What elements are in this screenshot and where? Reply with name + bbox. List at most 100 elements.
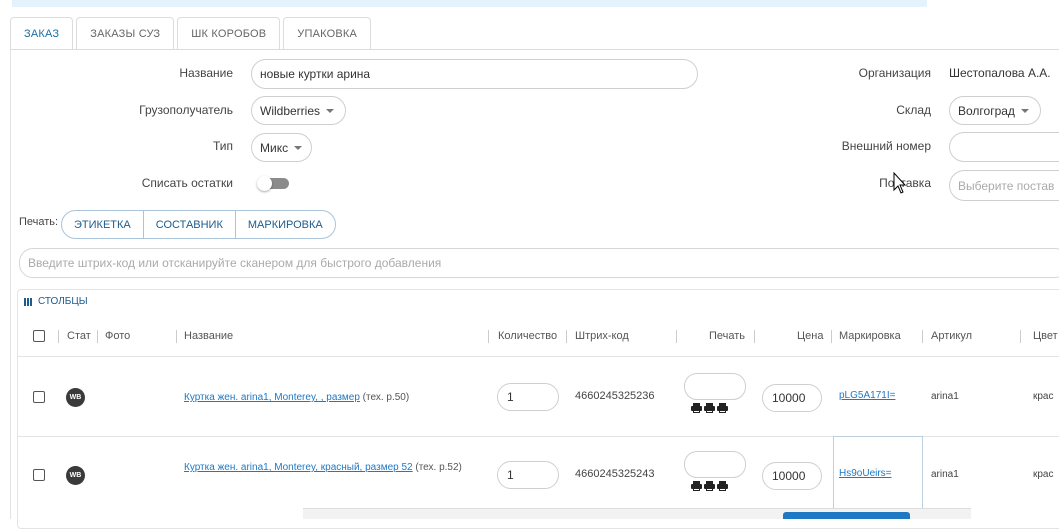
writeoff-toggle[interactable] — [257, 176, 289, 191]
marking-link[interactable]: pLG5A171I= — [839, 390, 895, 401]
column-separator — [1020, 330, 1021, 343]
top-notice-bar — [12, 0, 927, 7]
print-count-input[interactable] — [684, 373, 746, 400]
column-separator — [566, 330, 567, 343]
columns-label: СТОЛБЦЫ — [38, 296, 88, 307]
supply-select[interactable]: Выберите постав — [949, 170, 1059, 201]
row-checkbox[interactable] — [33, 469, 45, 481]
header-price: Цена — [797, 330, 824, 342]
columns-toggle[interactable]: СТОЛБЦЫ — [24, 296, 88, 307]
column-separator — [488, 330, 489, 343]
barcode-value: 4660245325236 — [575, 390, 655, 402]
column-separator — [922, 330, 923, 343]
tab-packing[interactable]: УПАКОВКА — [283, 17, 372, 50]
product-name: Куртка жен. arina1, Monterey, , размер (… — [184, 390, 484, 405]
article-value: arina1 — [931, 469, 959, 480]
supply-placeholder: Выберите постав — [958, 178, 1055, 193]
select-all-checkbox[interactable] — [33, 330, 45, 342]
type-label: Тип — [212, 139, 233, 153]
print-button-group: ЭТИКЕТКА СОСТАВНИК МАРКИРОВКА — [61, 210, 336, 239]
print-label-button[interactable]: ЭТИКЕТКА — [62, 211, 144, 238]
chevron-down-icon — [294, 145, 303, 150]
barcode-scan-input[interactable]: Введите штрих-код или отсканируйте скане… — [19, 248, 1059, 278]
printer-icons[interactable] — [691, 403, 728, 413]
column-separator — [97, 330, 98, 343]
printer-icon — [717, 403, 728, 413]
header-marking: Маркировка — [839, 330, 901, 342]
printer-icon — [717, 481, 728, 491]
printer-icon — [691, 481, 702, 491]
quantity-value: 1 — [507, 390, 514, 404]
product-name: Куртка жен. arina1, Monterey, красный, р… — [184, 460, 484, 475]
warehouse-value: Волгоград — [958, 103, 1015, 118]
order-name-input[interactable]: новые куртки арина — [251, 59, 698, 89]
organization-label: Организация — [858, 66, 931, 80]
price-input[interactable]: 10000 — [762, 462, 822, 490]
print-label: Печать: — [19, 216, 59, 228]
quantity-input[interactable]: 1 — [497, 383, 559, 411]
header-color: Цвет — [1033, 330, 1058, 342]
barcode-value: 4660245325243 — [575, 468, 655, 480]
print-composite-button[interactable]: СОСТАВНИК — [144, 211, 236, 238]
header-name: Название — [184, 330, 234, 342]
print-marking-button[interactable]: МАРКИРОВКА — [236, 211, 335, 238]
columns-icon — [24, 297, 32, 306]
column-separator — [676, 330, 677, 343]
row-checkbox[interactable] — [33, 391, 45, 403]
header-print: Печать — [709, 330, 746, 342]
column-separator — [176, 330, 177, 343]
wb-badge: WB — [66, 388, 85, 407]
type-select[interactable]: Микс — [251, 133, 312, 162]
consignee-select[interactable]: Wildberries — [251, 96, 346, 125]
header-article: Артикул — [931, 330, 973, 342]
external-number-label: Внешний номер — [841, 139, 931, 153]
save-button[interactable] — [783, 512, 910, 519]
barcode-scan-placeholder: Введите штрих-код или отсканируйте скане… — [28, 256, 442, 270]
quantity-value: 1 — [507, 468, 514, 482]
order-tabs: ЗАКАЗ ЗАКАЗЫ СУЗ ШК КОРОБОВ УПАКОВКА — [10, 17, 372, 50]
marking-link[interactable]: Hs9oUeirs= — [839, 468, 892, 479]
chevron-down-icon — [326, 108, 335, 113]
price-value: 10000 — [772, 469, 806, 483]
product-size-note: (тех. р.52) — [412, 462, 462, 473]
column-separator — [831, 330, 832, 343]
chevron-down-icon — [1020, 108, 1029, 113]
color-value: крас — [1033, 469, 1054, 480]
column-separator — [754, 330, 755, 343]
price-value: 10000 — [772, 391, 806, 405]
type-value: Микс — [260, 140, 289, 155]
header-barcode: Штрих-код — [575, 330, 629, 342]
quantity-input[interactable]: 1 — [497, 461, 559, 489]
name-label: Название — [179, 66, 233, 80]
organization-value: Шестопалова А.А. — [949, 66, 1051, 80]
tab-suz-orders[interactable]: ЗАКАЗЫ СУЗ — [76, 17, 175, 50]
mouse-pointer-icon — [893, 172, 907, 194]
supply-label: Поставка — [879, 176, 931, 190]
header-photo: Фото — [105, 330, 131, 342]
tab-order[interactable]: ЗАКАЗ — [10, 17, 74, 50]
warehouse-select[interactable]: Волгоград — [949, 96, 1041, 125]
toggle-knob — [257, 176, 272, 191]
header-stat: Стат — [67, 330, 91, 342]
print-count-input[interactable] — [684, 451, 746, 478]
header-divider — [18, 356, 1059, 357]
product-link[interactable]: Куртка жен. arina1, Monterey, , размер — [184, 392, 360, 403]
consignee-label: Грузополучатель — [139, 103, 233, 117]
article-value: arina1 — [931, 391, 959, 402]
tab-box-barcodes[interactable]: ШК КОРОБОВ — [177, 17, 281, 50]
column-separator — [58, 330, 59, 343]
product-link[interactable]: Куртка жен. arina1, Monterey, красный, р… — [184, 462, 413, 473]
price-input[interactable]: 10000 — [762, 384, 822, 412]
printer-icon — [704, 403, 715, 413]
printer-icons[interactable] — [691, 481, 728, 491]
printer-icon — [704, 481, 715, 491]
product-size-note: (тех. р.50) — [359, 392, 410, 403]
external-number-input[interactable] — [949, 132, 1059, 162]
header-quantity: Количество — [498, 330, 558, 342]
consignee-value: Wildberries — [260, 103, 321, 118]
wb-badge: WB — [66, 466, 85, 485]
printer-icon — [691, 403, 702, 413]
color-value: крас — [1033, 391, 1054, 402]
order-name-value: новые куртки арина — [260, 67, 371, 81]
writeoff-label: Списать остатки — [141, 176, 233, 190]
